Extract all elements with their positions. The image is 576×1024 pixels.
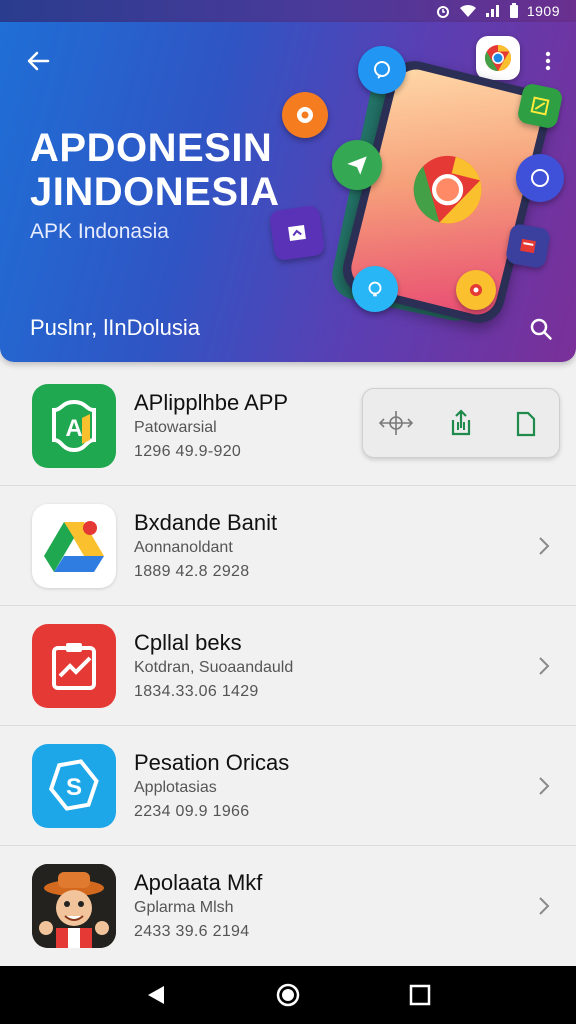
- hero-header: APDONESIN JINDONESIA APK Indonasia Pusln…: [0, 22, 576, 362]
- paper-plane-icon: [332, 140, 382, 190]
- app-name: Apolaata Mkf: [134, 870, 263, 895]
- checklist-icon: [32, 624, 116, 708]
- list-item[interactable]: Bxdande Banit Aonnanoldant 1889 42.8 292…: [0, 486, 576, 606]
- square-recents-icon: [409, 984, 431, 1006]
- drive-icon: [32, 504, 116, 588]
- svg-text:S: S: [66, 774, 82, 801]
- share-icon: [451, 409, 471, 436]
- app-meta: 1296 49.9-920: [134, 443, 242, 460]
- compass-app-icon: [282, 92, 328, 138]
- status-time: 1909: [526, 3, 560, 19]
- file-action-button[interactable]: [504, 401, 548, 445]
- chrome-logo-icon: [399, 142, 495, 241]
- nav-back-button[interactable]: [134, 973, 178, 1017]
- triangle-back-icon: [148, 986, 164, 1004]
- hero-location: Puslnr, lInDolusia: [30, 315, 200, 340]
- back-button[interactable]: [20, 46, 56, 76]
- battery-icon: [509, 3, 519, 19]
- quick-actions-popup: [362, 388, 560, 458]
- search-button[interactable]: [526, 314, 556, 344]
- move-action-button[interactable]: [374, 401, 418, 445]
- hero-title: APDONESIN JINDONESIA: [30, 126, 280, 214]
- app-list: A APlipplhbe APP Patowarsial 1296 49.9-9…: [0, 366, 576, 966]
- hero-title-line2: JINDONESIA: [30, 170, 280, 214]
- inbox-card-icon: [504, 222, 552, 270]
- status-bar: 1909: [0, 0, 576, 22]
- list-item[interactable]: S Pesation Oricas Applotasias 2234 09.9 …: [0, 726, 576, 846]
- hero-title-line1: APDONESIN: [30, 126, 273, 170]
- chevron-right-icon: [534, 772, 554, 800]
- circle-home-icon: [276, 983, 300, 1007]
- list-item[interactable]: A APlipplhbe APP Patowarsial 1296 49.9-9…: [0, 366, 576, 486]
- apk-a-icon: A: [32, 384, 116, 468]
- message-circle-icon: [516, 154, 564, 202]
- arrow-left-icon: [27, 51, 50, 71]
- move-icon: [378, 411, 413, 435]
- chevron-right-icon: [534, 532, 554, 560]
- nav-home-button[interactable]: [266, 973, 310, 1017]
- chat-bubble-icon: [358, 46, 406, 94]
- hero-subtitle: APK Indonasia: [30, 220, 169, 243]
- app-category: Patowarsial: [134, 419, 217, 436]
- wifi-icon: [459, 4, 477, 18]
- signal-icon: [485, 4, 501, 18]
- edit-sheet-icon: [516, 82, 564, 130]
- target-icon: [456, 270, 496, 310]
- app-name: Pesation Oricas: [134, 750, 290, 775]
- list-item[interactable]: Cpllal beks Kotdran, Suoaandauld 1834.33…: [0, 606, 576, 726]
- file-icon: [517, 411, 536, 437]
- app-category: Gplarma Mlsh: [134, 899, 234, 916]
- app-category: Aonnanoldant: [134, 539, 233, 556]
- chevron-right-icon: [534, 892, 554, 920]
- svg-text:A: A: [65, 415, 82, 442]
- lightbulb-icon: [352, 266, 398, 312]
- app-name: Cpllal beks: [134, 630, 242, 655]
- search-icon: [530, 318, 552, 340]
- share-action-button[interactable]: [439, 401, 483, 445]
- cartoon-avatar-icon: [32, 864, 116, 948]
- nav-recents-button[interactable]: [398, 973, 442, 1017]
- app-name: Bxdande Banit: [134, 510, 278, 535]
- app-meta: 1889 42.8 2928: [134, 563, 250, 580]
- document-edit-icon: [268, 204, 326, 262]
- tag-s-icon: S: [32, 744, 116, 828]
- app-meta: 1834.33.06 1429: [134, 683, 259, 700]
- list-item[interactable]: Apolaata Mkf Gplarma Mlsh 2433 39.6 2194: [0, 846, 576, 966]
- alarm-icon: [435, 3, 451, 19]
- app-name: APlipplhbe APP: [134, 390, 289, 415]
- app-meta: 2234 09.9 1966: [134, 803, 250, 820]
- app-meta: 2433 39.6 2194: [134, 923, 250, 940]
- app-category: Kotdran, Suoaandauld: [134, 659, 294, 676]
- chevron-right-icon: [534, 652, 554, 680]
- system-nav-bar: [0, 966, 576, 1024]
- app-category: Applotasias: [134, 779, 217, 796]
